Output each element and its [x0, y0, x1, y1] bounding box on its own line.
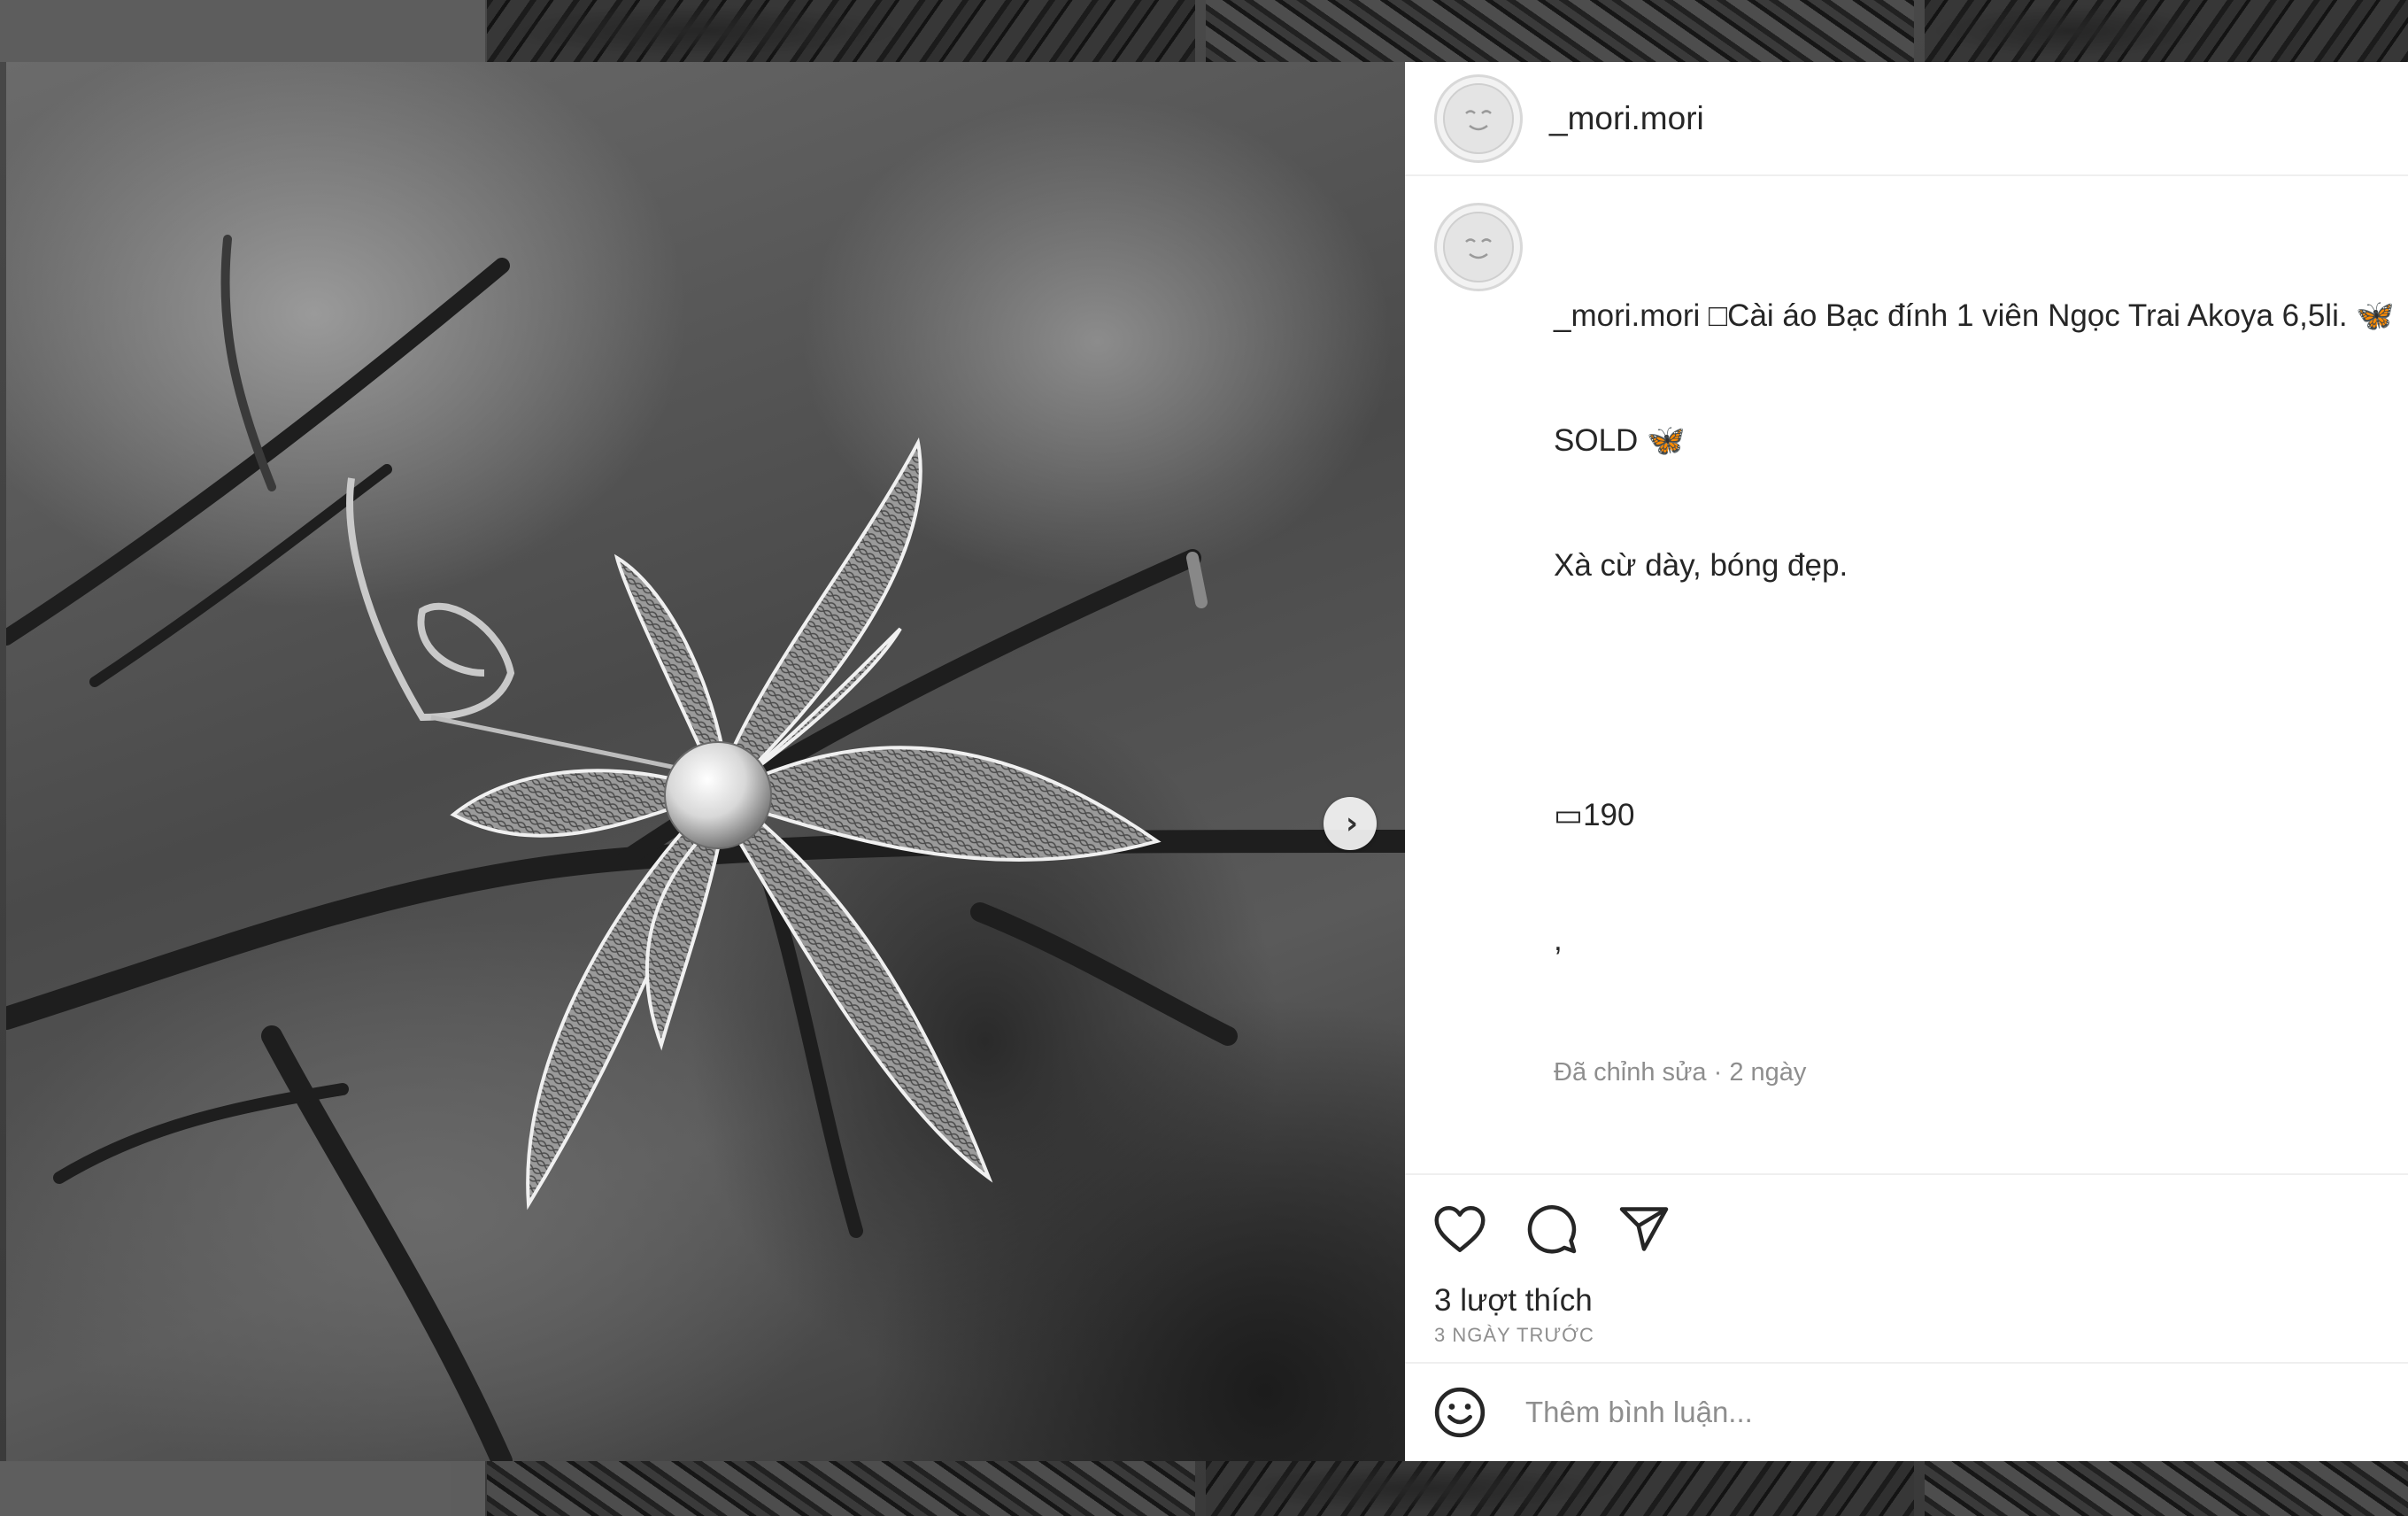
heart-icon [1434, 1206, 1486, 1253]
chevron-right-icon: › [1345, 806, 1358, 841]
caption-text-line [1554, 669, 2404, 711]
brooch-illustration [6, 235, 1405, 1461]
comment-button[interactable] [1524, 1201, 1580, 1257]
emoji-icon [1434, 1387, 1486, 1438]
avatar[interactable] [1434, 73, 1523, 163]
caption-text-line: SOLD 🦋 [1554, 423, 1686, 459]
caption-text-line: ▭190 [1554, 798, 1635, 833]
post-actions-bar [1405, 1173, 2408, 1283]
smiling-face-avatar-icon [1465, 109, 1492, 130]
post-media-carousel[interactable]: › [6, 62, 1405, 1461]
caption-text-line: , [1554, 923, 1563, 958]
caption-edited-timestamp: Đã chỉnh sửa · 2 ngày [1554, 1058, 1807, 1087]
post-side-panel: _mori.mori _mori.mori □Cài áo Bạc đính 1… [1405, 62, 2408, 1461]
caption-username[interactable]: _mori.mori [1554, 298, 1700, 333]
emoji-button[interactable] [1432, 1384, 1488, 1441]
page-background: › _mori.mori _mori.mori □Cài áo Bạc đính… [0, 0, 2408, 1516]
post-photo [6, 62, 1405, 1461]
caption-avatar[interactable] [1434, 203, 1523, 292]
comment-input[interactable] [1524, 1395, 2324, 1431]
caption-text-line: Xà cừ dày, bóng đẹp. [1554, 548, 1848, 584]
comments-section: _mori.mori □Cài áo Bạc đính 1 viên Ngọc … [1405, 176, 2408, 1173]
post-author-username[interactable]: _mori.mori [1549, 100, 1704, 137]
share-button[interactable] [1616, 1201, 1672, 1257]
caption-text-line: □Cài áo Bạc đính 1 viên Ngọc Trai Akoya … [1709, 298, 2395, 334]
add-comment-bar [1405, 1362, 2408, 1461]
smiling-face-avatar-icon [1465, 238, 1492, 259]
caption-row: _mori.mori □Cài áo Bạc đính 1 viên Ngọc … [1434, 203, 2408, 1173]
post-modal: › _mori.mori _mori.mori □Cài áo Bạc đính… [6, 62, 2408, 1461]
like-button[interactable] [1432, 1201, 1488, 1257]
comment-icon [1527, 1205, 1577, 1254]
post-timestamp: 3 NGÀY TRƯỚC [1434, 1323, 1594, 1346]
share-icon [1619, 1207, 1669, 1251]
next-slide-button[interactable]: › [1324, 797, 1377, 850]
post-caption: _mori.mori □Cài áo Bạc đính 1 viên Ngọc … [1554, 212, 2404, 1173]
post-header: _mori.mori [1405, 62, 2408, 177]
likes-count[interactable]: 3 lượt thích [1405, 1283, 2408, 1319]
